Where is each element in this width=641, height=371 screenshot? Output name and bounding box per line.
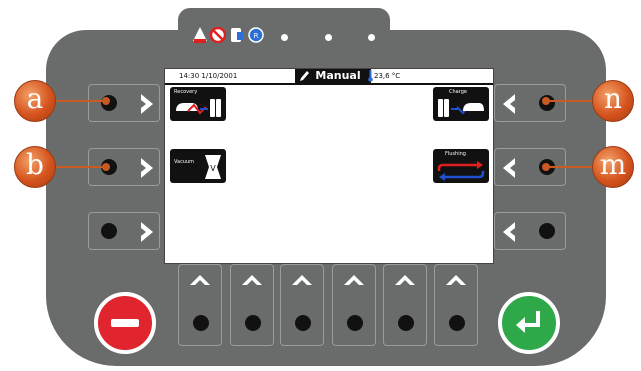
datetime-text: 14:30 1/10/2001 xyxy=(179,72,238,80)
chevron-left-icon xyxy=(503,158,515,178)
chevron-left-icon xyxy=(503,222,515,242)
vehicle-door-icon xyxy=(231,28,243,42)
callout-n: n xyxy=(592,80,634,122)
function-vacuum: Vacuum V xyxy=(170,149,226,183)
callout-line xyxy=(542,97,598,105)
vacuum-gauge-icon: V xyxy=(205,155,221,179)
svg-text:V: V xyxy=(210,164,216,173)
thermometer-icon xyxy=(368,70,373,82)
svg-text:R: R xyxy=(254,32,259,40)
bottom-key-5[interactable] xyxy=(383,264,427,346)
no-entry-icon xyxy=(210,27,226,43)
mode-label: Manual xyxy=(315,69,361,82)
chevron-right-icon xyxy=(141,158,153,178)
function-label: Flushing xyxy=(445,151,466,157)
charge-icon xyxy=(438,99,484,117)
lcd-screen: 14:30 1/10/2001 Manual 23,6 °C Recovery … xyxy=(164,68,494,264)
chevron-up-icon xyxy=(190,275,210,285)
indicator-led xyxy=(368,34,375,41)
bottom-key-6[interactable] xyxy=(434,264,478,346)
bottom-key-1[interactable] xyxy=(178,264,222,346)
chevron-up-icon xyxy=(446,275,466,285)
key-dot xyxy=(193,315,209,331)
mode-indicator: Manual xyxy=(295,69,371,83)
chevron-up-icon xyxy=(395,275,415,285)
bottom-key-4[interactable] xyxy=(332,264,376,346)
key-dot xyxy=(539,223,555,239)
function-label: Recovery xyxy=(174,89,198,95)
cancel-button[interactable] xyxy=(94,292,156,354)
callout-b: b xyxy=(14,146,56,188)
refrigerant-icon: R xyxy=(248,27,264,43)
chevron-up-icon xyxy=(344,275,364,285)
callout-m: m xyxy=(592,146,634,188)
chevron-right-icon xyxy=(141,94,153,114)
enter-button[interactable] xyxy=(498,292,560,354)
indicator-led xyxy=(325,34,332,41)
recovery-icon xyxy=(176,99,221,117)
key-dot xyxy=(245,315,261,331)
function-label: Vacuum xyxy=(174,159,195,165)
warning-icon xyxy=(193,27,207,43)
side-key-right-1[interactable] xyxy=(494,84,566,122)
side-key-right-3[interactable] xyxy=(494,212,566,250)
key-dot xyxy=(449,315,465,331)
bottom-key-3[interactable] xyxy=(280,264,324,346)
key-dot xyxy=(295,315,311,331)
key-dot xyxy=(398,315,414,331)
function-recovery: Recovery xyxy=(170,87,226,121)
chevron-right-icon xyxy=(141,222,153,242)
callout-line xyxy=(542,163,598,171)
side-key-left-1[interactable] xyxy=(88,84,160,122)
function-charge: Charge xyxy=(433,87,489,121)
side-key-left-3[interactable] xyxy=(88,212,160,250)
indicator-strip: R xyxy=(192,26,272,46)
callout-a: a xyxy=(14,80,56,122)
key-dot xyxy=(101,223,117,239)
chevron-left-icon xyxy=(503,94,515,114)
temperature-text: 23,6 °C xyxy=(374,72,401,80)
bottom-key-2[interactable] xyxy=(230,264,274,346)
function-label: Charge xyxy=(449,89,467,95)
enter-arrow-icon xyxy=(516,311,540,333)
key-dot xyxy=(347,315,363,331)
callout-line xyxy=(54,97,110,105)
minus-icon xyxy=(111,319,139,327)
flushing-arrows-icon xyxy=(437,161,485,181)
status-bar: 14:30 1/10/2001 Manual 23,6 °C xyxy=(165,69,493,85)
pencil-icon xyxy=(300,71,309,81)
indicator-led xyxy=(281,34,288,41)
callout-line xyxy=(54,163,110,171)
chevron-up-icon xyxy=(242,275,262,285)
chevron-up-icon xyxy=(292,275,312,285)
function-flushing: Flushing xyxy=(433,149,489,183)
